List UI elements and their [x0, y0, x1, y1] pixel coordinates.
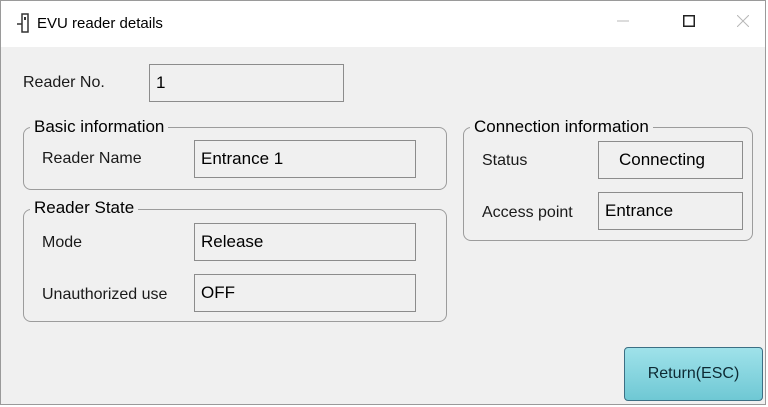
reader-no-field: 1 — [149, 64, 344, 102]
title-bar: EVU reader details — [1, 1, 765, 47]
status-field: Connecting — [598, 141, 743, 179]
unauthorized-use-label: Unauthorized use — [42, 286, 168, 303]
mode-field: Release — [194, 223, 416, 261]
status-label: Status — [482, 152, 528, 169]
reader-no-label: Reader No. — [23, 74, 105, 91]
reader-state-title: Reader State — [30, 198, 139, 218]
minimize-icon — [617, 20, 629, 22]
access-point-field: Entrance — [598, 192, 743, 230]
reader-device-icon — [17, 13, 29, 33]
basic-information-title: Basic information — [30, 117, 169, 137]
reader-name-field: Entrance 1 — [194, 140, 416, 178]
maximize-button[interactable] — [667, 1, 711, 41]
access-point-label: Access point — [482, 204, 573, 221]
maximize-icon — [683, 15, 695, 27]
reader-details-window: EVU reader details Reader No. 1 Basic in… — [0, 0, 766, 405]
connection-information-title: Connection information — [470, 117, 653, 137]
window-title: EVU reader details — [37, 15, 163, 32]
return-button[interactable]: Return(ESC) — [624, 347, 763, 401]
minimize-button[interactable] — [601, 1, 645, 41]
close-button[interactable] — [721, 1, 765, 41]
mode-label: Mode — [42, 234, 83, 251]
unauthorized-use-field: OFF — [194, 274, 416, 312]
reader-name-label: Reader Name — [42, 150, 142, 167]
close-icon — [737, 15, 749, 27]
